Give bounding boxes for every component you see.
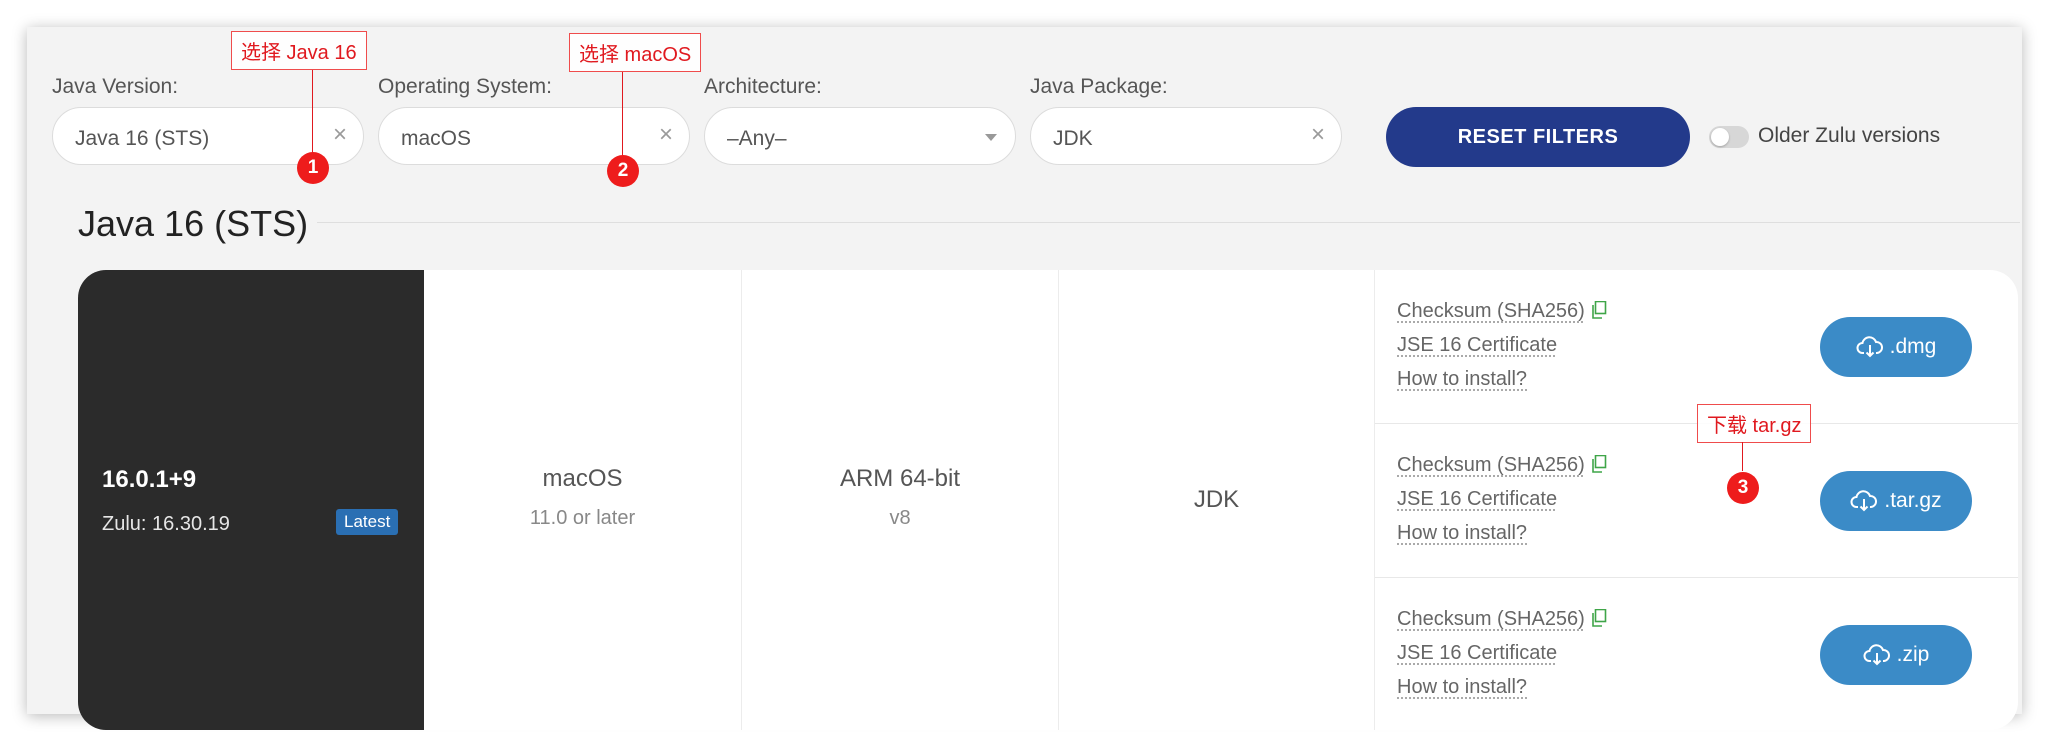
section-title: Java 16 (STS) <box>78 203 309 244</box>
java-version-label: Java Version: <box>52 75 179 98</box>
download-dmg-button[interactable]: .dmg <box>1820 317 1972 377</box>
checksum-label: Checksum (SHA256) <box>1397 454 1585 476</box>
architecture-select[interactable]: –Any– <box>704 107 1016 165</box>
certificate-link[interactable]: JSE 16 Certificate <box>1397 488 1557 511</box>
download-button-label: .dmg <box>1889 335 1937 358</box>
step-badge: 2 <box>607 155 639 187</box>
cloud-download-icon <box>1863 644 1890 666</box>
operating-system-value: macOS <box>401 127 472 150</box>
package-column: JDK <box>1059 270 1375 730</box>
copy-icon[interactable] <box>1591 455 1607 473</box>
release-card: 16.0.1+9 Zulu: 16.30.19 Latest macOS 11.… <box>78 270 2018 730</box>
checksum-link[interactable]: Checksum (SHA256) <box>1397 608 1607 631</box>
close-icon[interactable]: × <box>659 121 673 149</box>
download-row: Checksum (SHA256) JSE 16 Certificate How… <box>1375 270 2018 424</box>
operating-system-select[interactable]: macOS × <box>378 107 690 165</box>
annotation-leader-line <box>312 70 313 155</box>
architecture-label: Architecture: <box>704 75 822 98</box>
how-to-install-link[interactable]: How to install? <box>1397 368 1527 391</box>
how-to-install-link[interactable]: How to install? <box>1397 676 1527 699</box>
operating-system-label: Operating System: <box>378 75 552 98</box>
os-column: macOS 11.0 or later <box>424 270 742 730</box>
arch-column: ARM 64-bit v8 <box>742 270 1059 730</box>
java-package-value: JDK <box>1053 127 1093 150</box>
cloud-download-icon <box>1850 490 1878 512</box>
step-badge: 3 <box>1727 472 1759 504</box>
package-name: JDK <box>1193 486 1240 513</box>
annotation-leader-line <box>622 72 623 156</box>
section-divider <box>317 222 2020 223</box>
download-row: Checksum (SHA256) JSE 16 Certificate How… <box>1375 424 2018 578</box>
zulu-version: Zulu: 16.30.19 <box>102 513 230 535</box>
step-badge: 1 <box>297 152 329 184</box>
download-button-label: .tar.gz <box>1884 489 1942 512</box>
checksum-label: Checksum (SHA256) <box>1397 300 1585 322</box>
download-row: Checksum (SHA256) JSE 16 Certificate How… <box>1375 578 2018 730</box>
arch-name: ARM 64-bit <box>839 465 961 492</box>
checksum-link[interactable]: Checksum (SHA256) <box>1397 300 1607 323</box>
version-number: 16.0.1+9 <box>102 466 197 493</box>
annotation-leader-line <box>1742 442 1743 471</box>
download-tar-gz-button[interactable]: .tar.gz <box>1820 471 1972 531</box>
certificate-link[interactable]: JSE 16 Certificate <box>1397 642 1557 665</box>
os-detail: 11.0 or later <box>529 507 636 529</box>
checksum-link[interactable]: Checksum (SHA256) <box>1397 454 1607 477</box>
download-button-label: .zip <box>1896 643 1930 666</box>
certificate-link[interactable]: JSE 16 Certificate <box>1397 334 1557 357</box>
older-versions-toggle[interactable] <box>1709 126 1749 148</box>
annotation-callout: 下载 tar.gz <box>1697 404 1812 443</box>
arch-detail: v8 <box>889 507 911 529</box>
copy-icon[interactable] <box>1591 609 1607 627</box>
download-zip-button[interactable]: .zip <box>1820 625 1972 685</box>
java-package-label: Java Package: <box>1030 75 1168 98</box>
java-package-select[interactable]: JDK × <box>1030 107 1342 165</box>
annotation-callout: 选择 Java 16 <box>231 31 367 70</box>
os-name: macOS <box>542 465 623 492</box>
reset-filters-button[interactable]: RESET FILTERS <box>1386 107 1690 167</box>
toggle-knob <box>1711 128 1729 146</box>
copy-icon[interactable] <box>1591 301 1607 319</box>
release-summary: 16.0.1+9 Zulu: 16.30.19 Latest <box>78 270 424 730</box>
close-icon[interactable]: × <box>333 121 347 149</box>
close-icon[interactable]: × <box>1311 121 1325 149</box>
architecture-value: –Any– <box>727 127 787 150</box>
annotation-callout: 选择 macOS <box>569 33 702 72</box>
older-versions-label: Older Zulu versions <box>1758 124 1941 147</box>
chevron-down-icon[interactable] <box>985 134 997 141</box>
checksum-label: Checksum (SHA256) <box>1397 608 1585 630</box>
java-version-value: Java 16 (STS) <box>75 127 210 150</box>
cloud-download-icon <box>1856 336 1883 358</box>
how-to-install-link[interactable]: How to install? <box>1397 522 1527 545</box>
filter-panel: Java Version: Operating System: Architec… <box>27 27 2022 730</box>
latest-badge: Latest <box>336 509 399 535</box>
